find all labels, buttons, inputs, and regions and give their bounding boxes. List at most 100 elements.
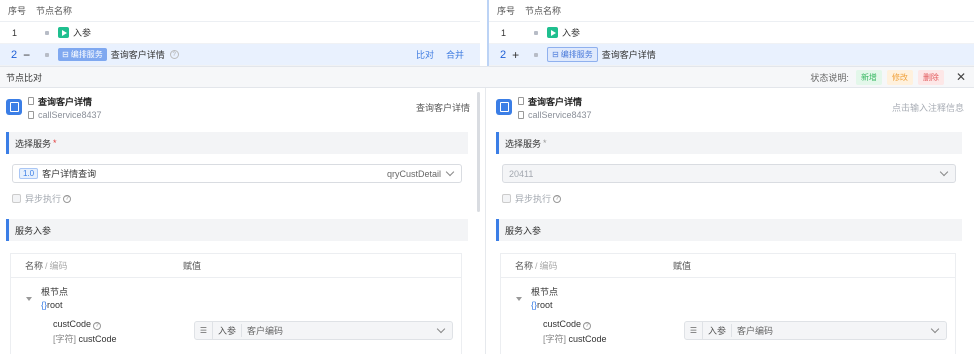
node-name: 入参 [73,28,92,38]
node-comment-input[interactable]: 点击输入注释信息 [892,101,964,114]
node-header: 查询客户详情 callService8437 查询客户详情 [6,94,470,120]
section-title: 选择服务 [505,138,542,149]
document-icon [28,97,34,105]
chevron-down-icon [930,324,940,334]
node-name: 查询客户详情 [110,50,165,60]
table-row-selected[interactable]: 2 + ⊟ 编排服务 查询客户详情 [489,44,974,66]
legend-label: 状态说明: [810,72,849,83]
node-list-area: 序号 节点名称 1 入参 2 − ⊟ 编排服务 查询客户详情 ? 比对 合并 序… [0,0,974,66]
help-icon[interactable]: ? [93,322,102,330]
root-code: root [537,300,553,310]
table-row[interactable]: 根节点 {}root [11,285,461,315]
list-icon: ☰ [195,322,213,339]
root-name: 根节点 [41,287,69,297]
status-legend: 状态说明: 新增 修改 删除 ✕ [810,69,966,85]
table-row[interactable]: 根节点 {}root [501,285,955,315]
col-code-header: 编码 [539,261,558,271]
section-service-params: 服务入参 [6,219,468,241]
compare-header: 节点比对 状态说明: 新增 修改 删除 ✕ [0,66,974,88]
async-checkbox[interactable] [502,194,511,203]
param-value-select[interactable]: ☰ 入参 客户编码 [194,321,453,340]
service-node-icon [6,99,22,115]
service-tag-label: 编排服务 [70,50,103,59]
caret-down-icon[interactable] [516,297,522,301]
drag-handle-icon[interactable] [45,30,49,35]
params-header: 名称 / 编码 赋值 [11,254,461,278]
root-code: root [47,300,63,310]
service-code: qryCustDetail [386,168,441,179]
legend-add-badge: 新增 [855,69,882,85]
node-title: 查询客户详情 [528,96,583,107]
pane-divider[interactable] [485,88,486,354]
table-row[interactable]: 1 入参 [489,22,974,44]
row-index: 1 [501,27,507,38]
right-compare-pane: 查询客户详情 callService8437 点击输入注释信息 选择服务 * 2… [490,88,974,354]
col-value-header: 赋值 [183,261,202,271]
async-option[interactable]: 异步执行 ? [502,192,562,205]
list-icon: ☰ [685,322,703,339]
col-index-header: 序号 [497,6,516,16]
document-icon [518,97,524,105]
section-select-service: 选择服务 * [496,132,962,154]
required-mark: * [543,138,547,148]
param-name: custCode [543,319,582,329]
left-node-table: 序号 节点名称 1 入参 2 − ⊟ 编排服务 查询客户详情 ? 比对 合并 [0,0,480,66]
document-icon [518,110,524,119]
col-code-header: 编码 [49,261,68,271]
async-checkbox[interactable] [12,194,21,203]
service-tag: ⊟ 编排服务 [58,48,107,61]
service-tag-icon: ⊟ [552,50,559,59]
compare-link[interactable]: 比对 [416,48,434,61]
param-code: custCode [568,334,607,344]
drag-handle-icon[interactable] [45,52,49,57]
drag-handle-icon[interactable] [534,52,538,57]
help-icon[interactable]: ? [63,194,72,203]
params-header: 名称 / 编码 赋值 [501,254,955,278]
table-row[interactable]: custCode? [字符] custCode ☰ 入参 客户编码 [11,319,461,349]
play-icon [547,27,558,38]
legend-delete-badge: 删除 [917,69,944,85]
node-title: 查询客户详情 [38,96,93,107]
help-icon[interactable]: ? [169,50,179,59]
async-option[interactable]: 异步执行 ? [12,192,72,205]
value-source: 入参 [213,324,243,337]
help-icon[interactable]: ? [583,322,592,330]
merge-link[interactable]: 合并 [446,48,464,61]
table-row[interactable]: 1 入参 [0,22,480,44]
document-icon [28,110,34,119]
param-value-select[interactable]: ☰ 入参 客户编码 [684,321,947,340]
play-icon [58,27,69,38]
value-source: 入参 [703,324,733,337]
node-name: 查询客户详情 [601,50,656,60]
row-index: 1 [12,27,18,38]
caret-down-icon[interactable] [26,297,32,301]
service-tag-label: 编排服务 [560,50,593,59]
node-comment[interactable]: 查询客户详情 [416,101,470,114]
service-select[interactable]: 20411 [502,164,956,183]
col-name-header: 节点名称 [525,6,562,16]
service-name: 客户详情查询 [42,169,97,179]
table-header: 序号 节点名称 [489,0,974,22]
help-icon[interactable]: ? [553,194,562,203]
params-table: 名称 / 编码 赋值 根节点 {}root custCode? [字符] custC… [500,253,956,354]
chevron-down-icon [445,167,455,177]
col-name-header: 名称 [25,261,44,271]
param-code: custCode [78,334,117,344]
left-compare-pane: 查询客户详情 callService8437 查询客户详情 选择服务 * 1.0… [0,88,480,354]
node-header: 查询客户详情 callService8437 点击输入注释信息 [496,94,964,120]
collapse-icon[interactable]: − [23,48,30,62]
async-label: 异步执行 [515,194,552,204]
drag-handle-icon[interactable] [534,30,538,35]
expand-icon[interactable]: + [512,48,519,62]
service-select[interactable]: 1.0 客户详情查询 qryCustDetail [12,164,462,183]
legend-modify-badge: 修改 [886,69,913,85]
node-code: callService8437 [38,109,102,120]
table-row[interactable]: custCode? [字符] custCode ☰ 入参 客户编码 [501,319,955,349]
service-tag-icon: ⊟ [62,50,69,59]
value-text: 客户编码 [737,326,774,336]
table-row-selected[interactable]: 2 − ⊟ 编排服务 查询客户详情 ? 比对 合并 [0,44,480,66]
close-icon[interactable]: ✕ [956,70,966,84]
param-name: custCode [53,319,92,329]
scrollbar[interactable] [477,92,480,212]
row-index: 2 [500,48,507,61]
